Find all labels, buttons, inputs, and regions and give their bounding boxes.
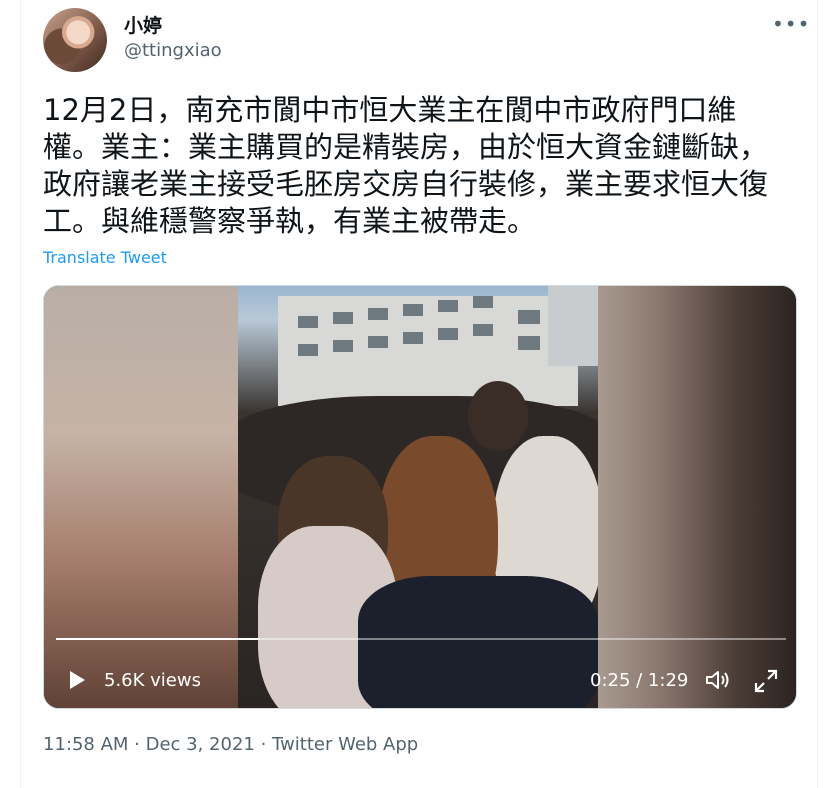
video-progress-fill: [56, 638, 261, 640]
video-player[interactable]: 5.6K views 0:25 / 1:29: [43, 285, 797, 709]
tweet-timestamp[interactable]: 11:58 AM · Dec 3, 2021 · Twitter Web App: [43, 734, 418, 755]
more-horizontal-icon[interactable]: •••: [772, 12, 809, 36]
user-handle[interactable]: @ttingxiao: [124, 40, 222, 61]
volume-icon[interactable]: [704, 668, 732, 692]
video-time: 0:25 / 1:29: [590, 670, 689, 691]
video-views: 5.6K views: [104, 670, 201, 691]
video-blur-left: [44, 286, 238, 708]
video-blur-right: [598, 286, 796, 708]
tweet-text: 12月2日，南充市閬中市恒大業主在閬中市政府門口維權。業主：業主購買的是精裝房，…: [43, 93, 769, 238]
translate-tweet-link[interactable]: Translate Tweet: [43, 248, 167, 267]
display-name[interactable]: 小婷: [124, 11, 162, 38]
fullscreen-icon[interactable]: [752, 667, 780, 695]
video-progress-bar[interactable]: [56, 638, 786, 640]
video-frame: [238, 286, 600, 708]
play-icon[interactable]: [64, 668, 88, 692]
avatar[interactable]: [43, 8, 107, 72]
video-controls: 5.6K views 0:25 / 1:29: [44, 658, 796, 702]
